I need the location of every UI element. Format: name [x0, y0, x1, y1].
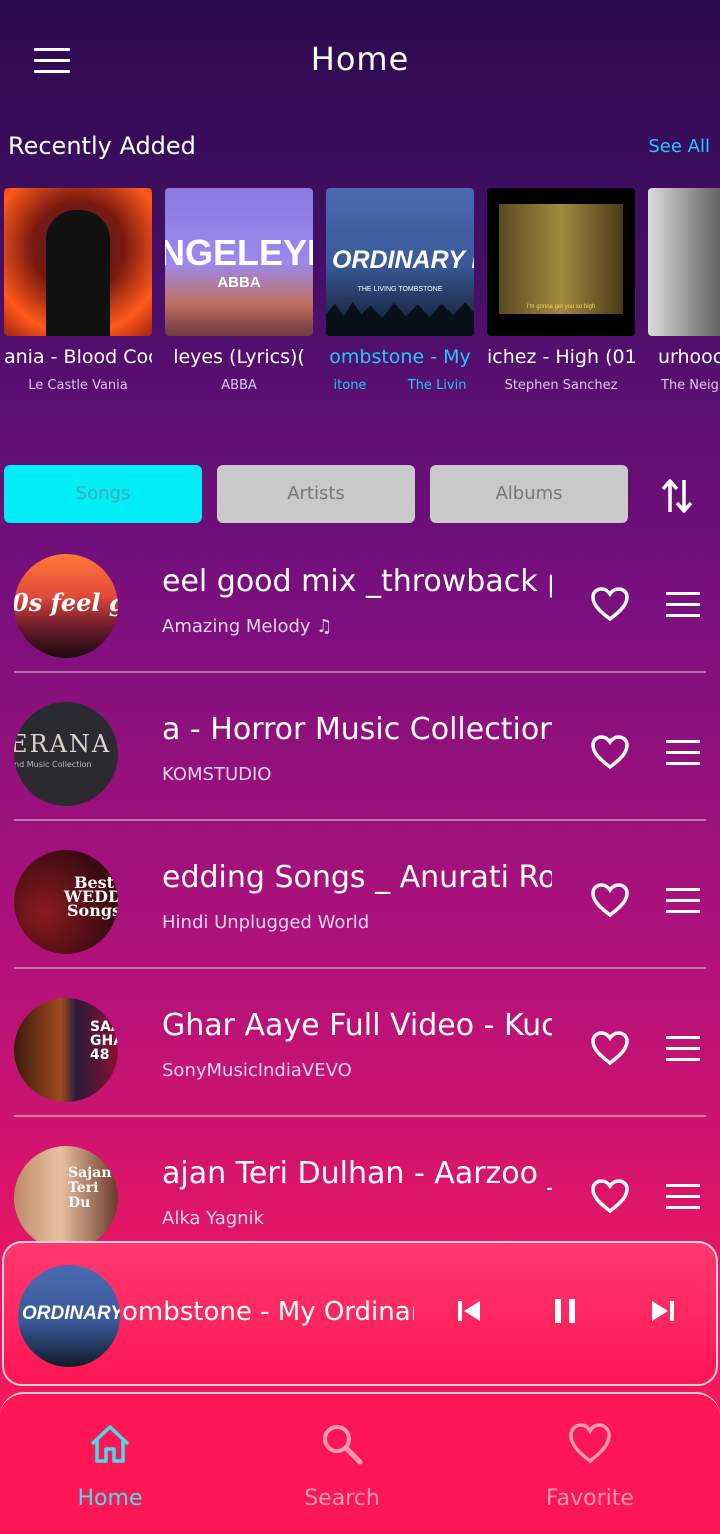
- nav-favorite-label: Favorite: [546, 1486, 634, 1511]
- app-header: Home: [0, 0, 720, 120]
- recent-title: urhooc: [658, 346, 720, 368]
- recent-artist: Le Castle Vania: [28, 378, 128, 393]
- song-row[interactable]: SAA GHAR 48 Ghar Aaye Full Video - Kucl …: [0, 974, 720, 1122]
- song-art: 0s feel go: [14, 554, 118, 658]
- recent-card[interactable]: urhooc The Neig: [648, 188, 720, 408]
- see-all-link[interactable]: See All: [648, 136, 710, 157]
- nav-home-label: Home: [77, 1486, 143, 1511]
- recent-artist: ABBA: [221, 378, 257, 393]
- next-icon[interactable]: [648, 1295, 678, 1327]
- recent-title: ichez - High (01: [487, 346, 635, 368]
- album-art: [648, 188, 720, 336]
- song-title: edding Songs _ Anurati Roy: [162, 860, 552, 895]
- page-title: Home: [310, 40, 410, 78]
- song-title: eel good mix _throwback pl: [162, 564, 552, 599]
- divider: [14, 819, 706, 821]
- recent-card-now-playing[interactable]: ORDINARY L THE LIVING TOMBSTONE ombstone…: [326, 188, 474, 408]
- heart-icon: [568, 1422, 612, 1466]
- recent-title: ombstone - My: [329, 346, 471, 368]
- drag-handle-icon[interactable]: [666, 1184, 700, 1210]
- now-playing-art: ORDINARY L: [18, 1265, 120, 1367]
- album-art: NGELEYE ABBA: [165, 188, 313, 336]
- favorite-heart-icon[interactable]: [590, 1030, 630, 1066]
- song-artist: Hindi Unplugged World: [162, 912, 370, 933]
- song-title: Ghar Aaye Full Video - Kucl: [162, 1008, 552, 1043]
- recent-artist: The Neig: [661, 378, 719, 393]
- album-art: ORDINARY L THE LIVING TOMBSTONE: [326, 188, 474, 336]
- divider: [14, 967, 706, 969]
- song-artist: KOMSTUDIO: [162, 764, 272, 785]
- favorite-heart-icon[interactable]: [590, 734, 630, 770]
- recent-title: leyes (Lyrics)(: [173, 346, 305, 368]
- sort-icon[interactable]: [660, 476, 694, 516]
- drag-handle-icon[interactable]: [666, 888, 700, 914]
- favorite-heart-icon[interactable]: [590, 882, 630, 918]
- drag-handle-icon[interactable]: [666, 740, 700, 766]
- divider: [14, 1115, 706, 1117]
- recently-added-heading: Recently Added: [8, 132, 196, 160]
- album-art: I'm gonna get you so high: [487, 188, 635, 336]
- divider: [14, 671, 706, 673]
- song-artist: Alka Yagnik: [162, 1208, 264, 1229]
- tab-songs[interactable]: Songs: [4, 465, 202, 523]
- recent-artist: itone The Livin: [333, 378, 467, 393]
- nav-favorite[interactable]: Favorite: [490, 1394, 690, 1534]
- now-playing-title: ombstone - My Ordinary: [122, 1297, 414, 1327]
- song-art: Best WEDDIN Songs: [14, 850, 118, 954]
- search-icon: [320, 1422, 364, 1466]
- song-title: a - Horror Music Collection(: [162, 712, 552, 747]
- song-row[interactable]: Best WEDDIN Songs edding Songs _ Anurati…: [0, 826, 720, 974]
- bottom-navigation: Home Search Favorite: [0, 1392, 720, 1534]
- song-row[interactable]: ERANA nd Music Collection a - Horror Mus…: [0, 678, 720, 826]
- tab-artists[interactable]: Artists: [217, 465, 415, 523]
- recent-artist: Stephen Sanchez: [504, 378, 618, 393]
- nav-search-label: Search: [304, 1486, 380, 1511]
- song-art: ERANA nd Music Collection: [14, 702, 118, 806]
- home-icon: [88, 1422, 132, 1466]
- previous-icon[interactable]: [454, 1295, 484, 1327]
- tab-albums[interactable]: Albums: [430, 465, 628, 523]
- pause-icon[interactable]: [550, 1295, 580, 1327]
- song-row[interactable]: 0s feel go eel good mix _throwback pl Am…: [0, 530, 720, 678]
- song-art: Sajan Teri Du: [14, 1146, 118, 1250]
- recently-added-carousel[interactable]: ania - Blood Coc Le Castle Vania NGELEYE…: [0, 188, 720, 408]
- song-artist: Amazing Melody ♫: [162, 616, 333, 637]
- favorite-heart-icon[interactable]: [590, 586, 630, 622]
- song-title: ajan Teri Dulhan - Aarzoo _ I: [162, 1156, 552, 1191]
- album-art: [4, 188, 152, 336]
- song-artist: SonyMusicIndiaVEVO: [162, 1060, 352, 1081]
- drag-handle-icon[interactable]: [666, 1036, 700, 1062]
- nav-search[interactable]: Search: [242, 1394, 442, 1534]
- drag-handle-icon[interactable]: [666, 592, 700, 618]
- song-art: SAA GHAR 48: [14, 998, 118, 1102]
- mini-player[interactable]: ORDINARY L ombstone - My Ordinary: [2, 1241, 718, 1386]
- recent-card[interactable]: ania - Blood Coc Le Castle Vania: [4, 188, 152, 408]
- nav-home[interactable]: Home: [10, 1394, 210, 1534]
- recent-card[interactable]: I'm gonna get you so high ichez - High (…: [487, 188, 635, 408]
- favorite-heart-icon[interactable]: [590, 1178, 630, 1214]
- recent-card[interactable]: NGELEYE ABBA leyes (Lyrics)( ABBA: [165, 188, 313, 408]
- recent-title: ania - Blood Coc: [4, 346, 152, 368]
